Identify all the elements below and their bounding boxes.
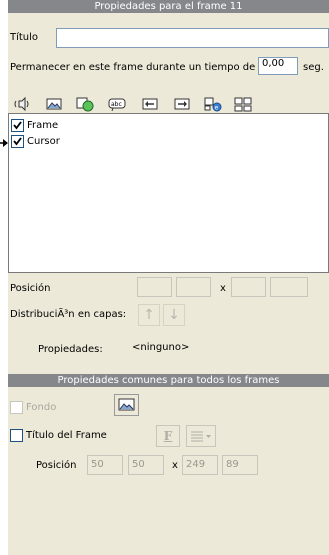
list-item[interactable]: Cursor bbox=[11, 134, 131, 149]
title-label: Título bbox=[10, 32, 39, 43]
list-item[interactable]: Frame bbox=[11, 118, 131, 133]
send-backward-icon[interactable] bbox=[172, 95, 192, 113]
position-label: Posición bbox=[10, 283, 51, 294]
common-properties-header: Propiedades comunes para todos los frame… bbox=[8, 374, 329, 387]
image-icon bbox=[118, 398, 135, 411]
web-object-icon[interactable]: e bbox=[203, 95, 223, 113]
sound-icon[interactable] bbox=[12, 95, 32, 113]
title-input[interactable] bbox=[56, 28, 329, 48]
frame-title-checkbox[interactable] bbox=[10, 429, 23, 442]
frame-properties-header: Propiedades para el frame 11 bbox=[8, 0, 329, 13]
shape-icon[interactable] bbox=[75, 95, 95, 113]
distribution-label: DistribuciÃ³n en capas: bbox=[10, 309, 127, 320]
common-height-field[interactable]: 89 bbox=[222, 455, 258, 475]
svg-text:abc: abc bbox=[111, 101, 122, 108]
duration-label: Permanecer en este frame durante un tiem… bbox=[10, 62, 256, 73]
pointer-arrow-icon bbox=[0, 136, 8, 150]
cursor-layer-checkbox[interactable] bbox=[11, 135, 24, 148]
common-position-label: Posición bbox=[36, 460, 77, 471]
height-field[interactable] bbox=[270, 277, 308, 297]
common-position-y-field[interactable]: 50 bbox=[128, 455, 164, 475]
group-icon[interactable] bbox=[233, 95, 253, 113]
position-separator: x bbox=[220, 283, 226, 294]
bring-forward-icon[interactable] bbox=[140, 95, 160, 113]
properties-panel: Propiedades para el frame 11 Título Perm… bbox=[8, 0, 329, 555]
background-checkbox[interactable] bbox=[10, 401, 23, 414]
common-position-x-field[interactable]: 50 bbox=[87, 455, 123, 475]
image-icon[interactable] bbox=[44, 95, 64, 113]
frame-layer-checkbox[interactable] bbox=[11, 119, 24, 132]
move-down-button[interactable]: ↓ bbox=[163, 304, 185, 326]
width-field[interactable] bbox=[231, 277, 266, 297]
properties-label: Propiedades: bbox=[38, 344, 103, 355]
duration-unit: seg. bbox=[303, 62, 324, 73]
position-x-field[interactable] bbox=[137, 277, 172, 297]
position-y-field[interactable] bbox=[176, 277, 211, 297]
cursor-layer-label: Cursor bbox=[27, 136, 60, 147]
text-icon[interactable]: abc bbox=[107, 95, 127, 113]
properties-value: <ninguno> bbox=[132, 342, 190, 353]
font-button[interactable]: F bbox=[156, 425, 180, 447]
duration-input[interactable]: 0,00 bbox=[258, 57, 298, 75]
move-up-button[interactable]: ↑ bbox=[138, 304, 160, 326]
alignment-dropdown[interactable] bbox=[186, 425, 216, 447]
svg-text:e: e bbox=[215, 105, 219, 112]
frame-layer-label: Frame bbox=[27, 120, 59, 131]
duration-input-value: 0,00 bbox=[262, 58, 285, 69]
layer-list[interactable]: Frame Cursor bbox=[8, 113, 329, 273]
frame-title-label: Título del Frame bbox=[26, 430, 107, 441]
common-position-separator: x bbox=[172, 460, 178, 471]
align-lines-icon bbox=[191, 431, 211, 442]
background-image-button[interactable] bbox=[114, 394, 139, 416]
background-label: Fondo bbox=[26, 402, 57, 413]
common-width-field[interactable]: 249 bbox=[182, 455, 218, 475]
